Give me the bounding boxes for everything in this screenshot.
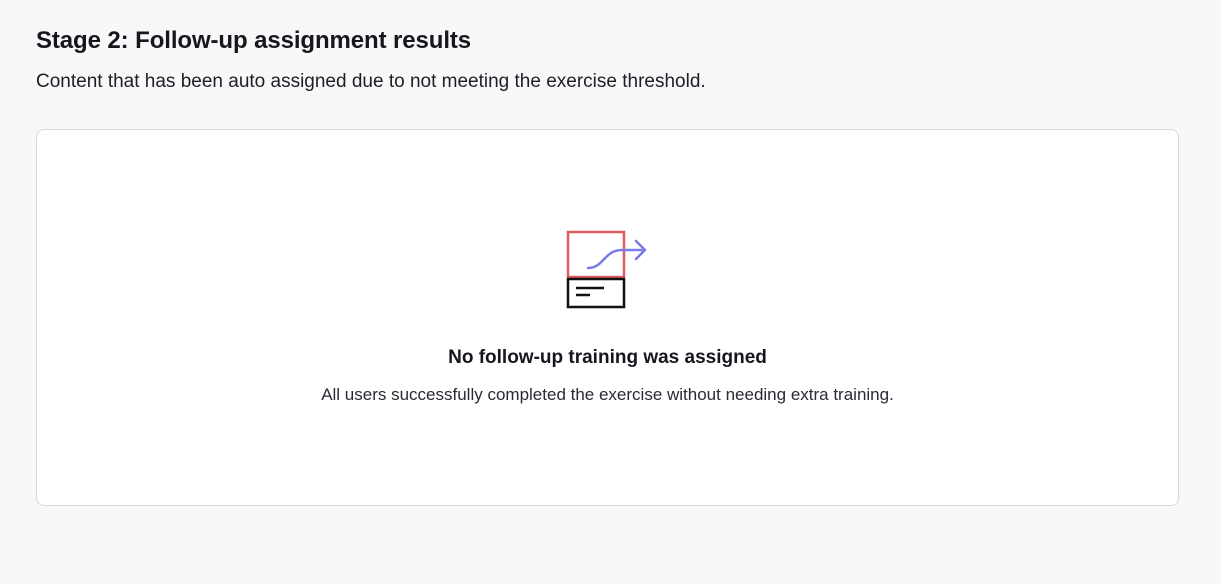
empty-state-description: All users successfully completed the exe… <box>321 385 894 404</box>
empty-state-title: No follow-up training was assigned <box>448 347 767 368</box>
empty-state: No follow-up training was assigned All u… <box>37 230 1178 406</box>
results-card: No follow-up training was assigned All u… <box>36 129 1179 506</box>
section-description: Content that has been auto assigned due … <box>36 71 706 92</box>
assignment-arrow-icon <box>566 230 646 309</box>
stage-2-section: Stage 2: Follow-up assignment results Co… <box>36 26 1179 94</box>
section-title: Stage 2: Follow-up assignment results <box>36 27 472 54</box>
